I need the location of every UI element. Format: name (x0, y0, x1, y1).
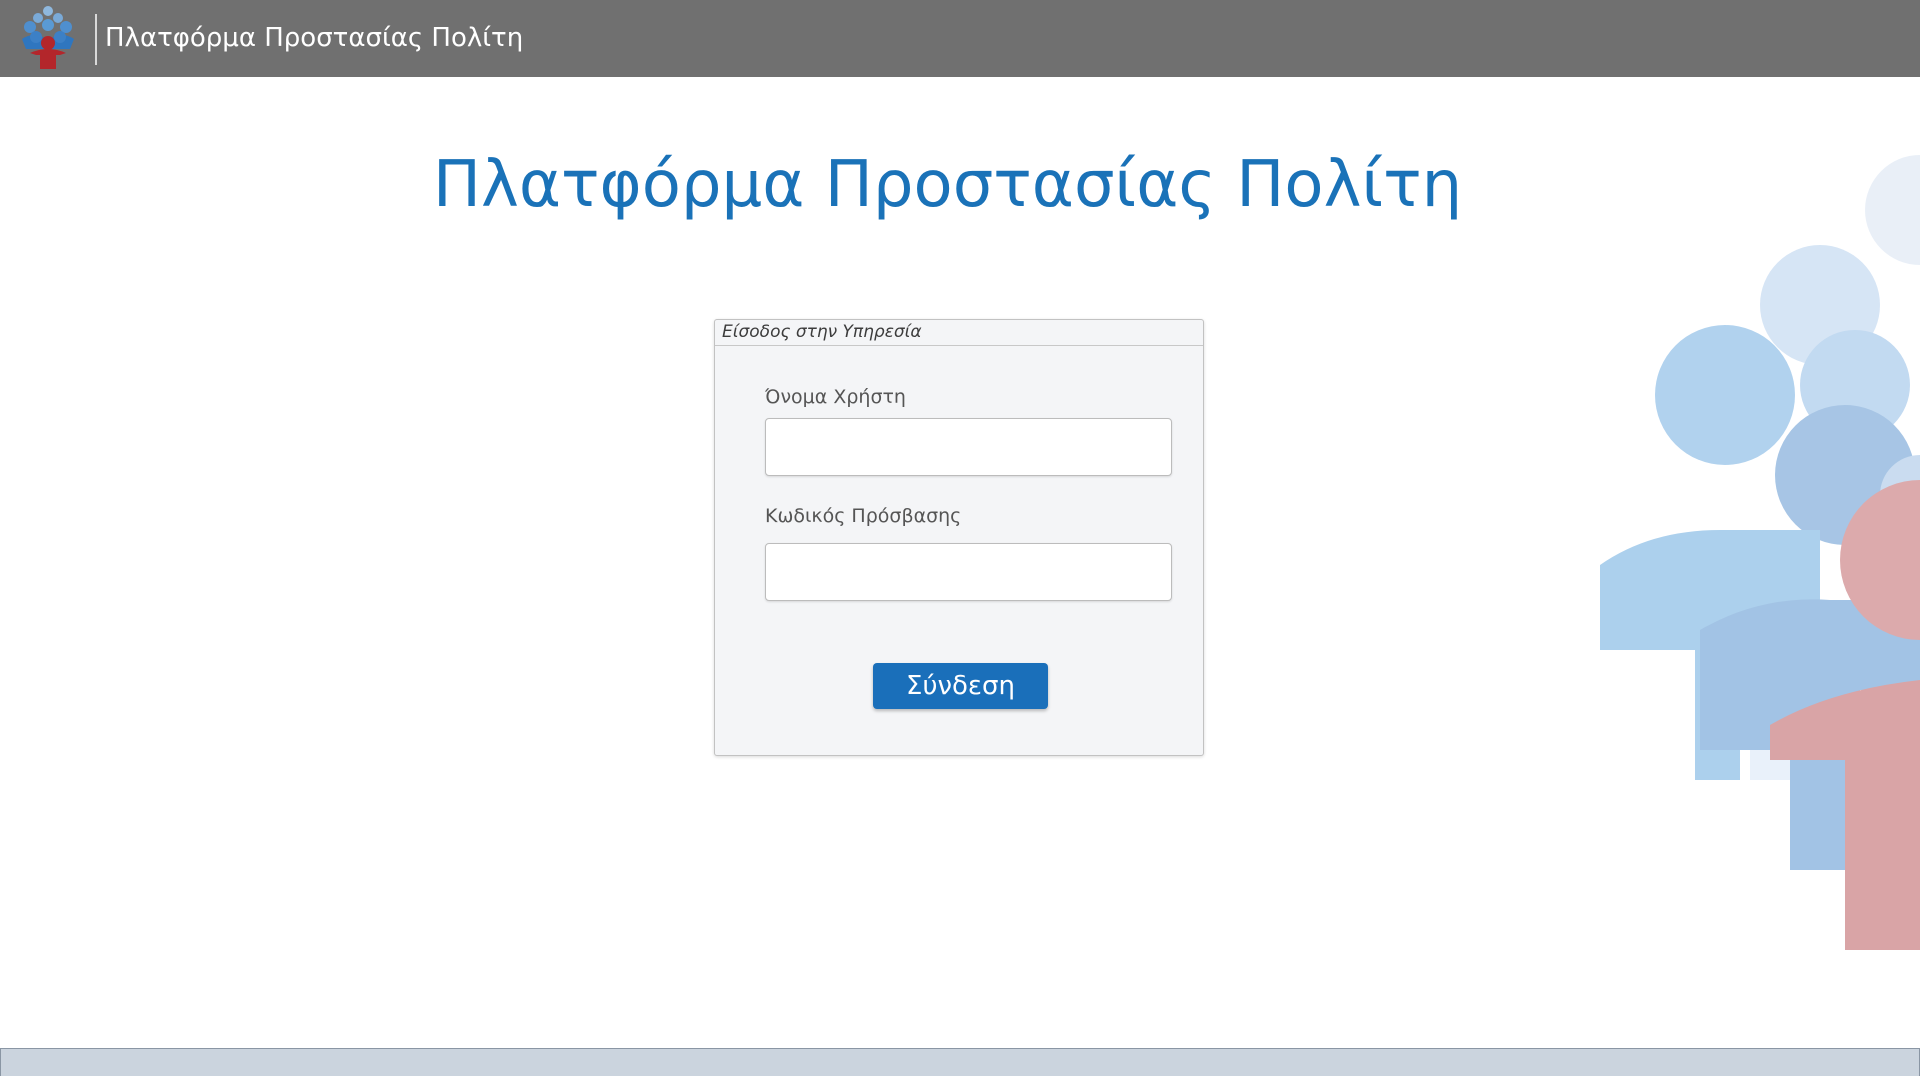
header-app-title: Πλατφόρμα Προστασίας Πολίτη (105, 23, 524, 53)
login-page: Πλατφόρμα Προστασίας Πολίτη Πλατφόρμα Πρ… (0, 0, 1920, 1076)
page-title: Πλατφόρμα Προστασίας Πολίτη (432, 148, 1463, 222)
login-panel: Είσοδος στην Υπηρεσία Όνομα Χρήστη Κωδικ… (714, 319, 1204, 756)
login-panel-header: Είσοδος στην Υπηρεσία (715, 320, 1203, 346)
header-divider (95, 14, 97, 65)
password-input[interactable] (765, 543, 1172, 601)
top-header-bar: Πλατφόρμα Προστασίας Πολίτη (0, 0, 1920, 77)
username-input[interactable] (765, 418, 1172, 476)
bottom-status-bar (0, 1048, 1920, 1076)
login-button[interactable]: Σύνδεση (873, 663, 1048, 709)
password-label: Κωδικός Πρόσβασης (765, 505, 962, 527)
username-label: Όνομα Χρήστη (765, 386, 906, 408)
decorative-people-graphic (1600, 155, 1920, 950)
civil-protection-logo-icon (22, 6, 74, 69)
